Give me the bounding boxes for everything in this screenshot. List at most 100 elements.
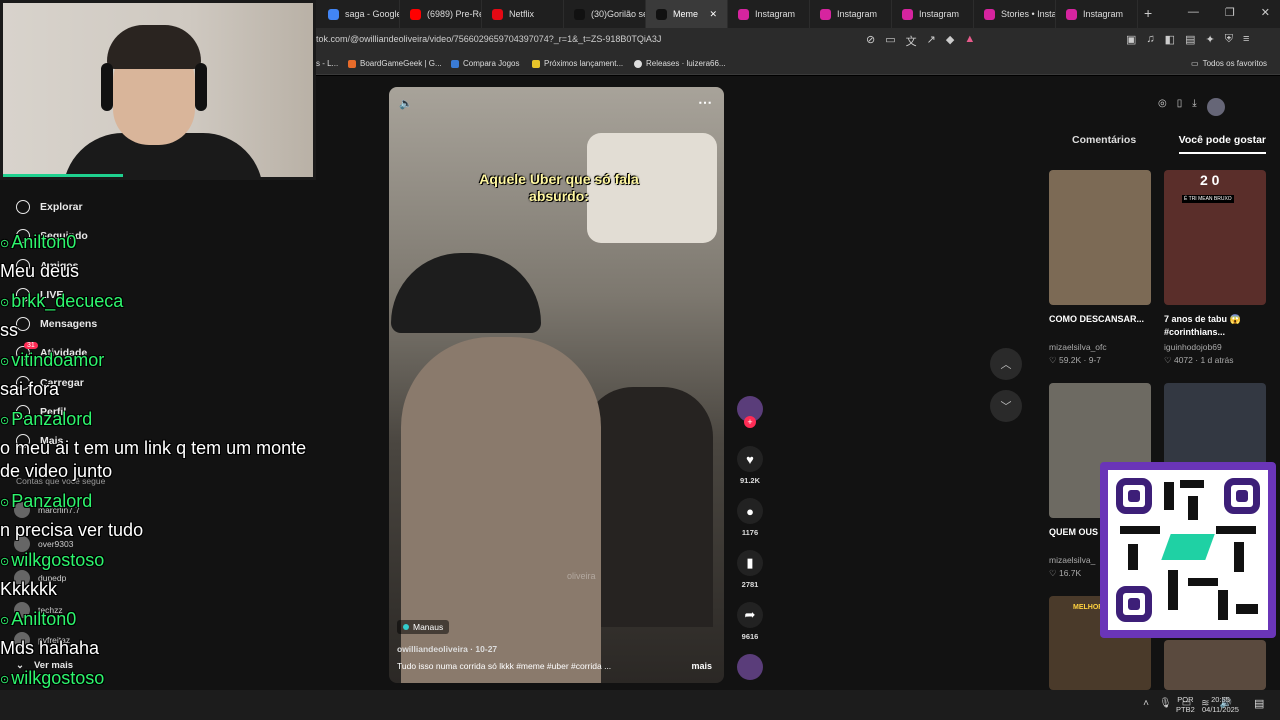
sidebar-item-explorar[interactable]: Explorar (16, 200, 83, 214)
tab-comments[interactable]: Comentários (1050, 134, 1158, 154)
wallet-icon[interactable]: ▤ (1185, 33, 1195, 46)
followed-account[interactable]: marcrlin7.7 (14, 502, 80, 518)
minimize-icon[interactable]: — (1188, 6, 1199, 19)
share-icon[interactable]: ↗ (927, 33, 936, 49)
location-tag[interactable]: Manaus (397, 620, 450, 634)
translate-icon[interactable]: 文 (906, 33, 917, 49)
qr-module (1128, 544, 1138, 570)
description-more[interactable]: mais (691, 661, 712, 671)
qr-module (1218, 590, 1228, 620)
browser-tab[interactable]: (30)Gorilão se (564, 0, 646, 28)
tab-label: Instagram (1083, 9, 1124, 19)
mic-icon[interactable]: 🎙 (1159, 698, 1172, 709)
tab-favicon-icon (492, 8, 503, 20)
previous-video-button[interactable]: ︿ (990, 348, 1022, 380)
share-button[interactable]: ➦ 9616 (736, 602, 764, 641)
sidebar-item-carregar[interactable]: Carregar (16, 376, 84, 390)
ai-icon[interactable]: ✦ (1205, 33, 1214, 46)
browser-tab[interactable]: saga - Google (318, 0, 400, 28)
creator-avatar[interactable]: + (736, 396, 764, 428)
new-tab-button[interactable]: + (1144, 5, 1152, 21)
avatar (14, 536, 30, 552)
followed-account[interactable]: pvfreitaz (14, 632, 70, 648)
all-bookmarks[interactable]: ▭ Todos os favoritos (1191, 59, 1267, 68)
followed-account[interactable]: techzz (14, 602, 63, 618)
rewards-icon[interactable]: ▲ (964, 33, 975, 49)
more-options-icon[interactable]: ⋯ (698, 94, 712, 111)
clock[interactable]: 20:55 04/11/2025 (1202, 695, 1239, 715)
vpn-icon[interactable]: ⛨ (1225, 33, 1233, 46)
user-avatar[interactable] (1206, 98, 1225, 116)
comment-button[interactable]: ● 1176 (736, 498, 764, 537)
browser-tab[interactable]: Stories • Insta (974, 0, 1056, 28)
tab-favicon-icon (820, 8, 831, 20)
bookmark-item[interactable]: BoardGameGeek | G... (348, 59, 442, 68)
score-text: 2 0 (1200, 172, 1220, 188)
no-tracking-icon[interactable]: ⊘ (866, 33, 875, 49)
bookmark-item[interactable]: Releases · luizera66... (634, 59, 726, 68)
brave-shield-icon[interactable]: ◆ (946, 33, 954, 49)
comment-icon: ● (737, 498, 763, 524)
close-tab-icon[interactable]: ✕ (709, 9, 717, 20)
music-icon[interactable]: ♫ (1146, 33, 1154, 46)
video-player[interactable]: Aquele Uber que só fala absurdo: 🔈 ⋯ oli… (389, 87, 724, 683)
profile-icon (16, 405, 30, 419)
sidebar-item-amigos[interactable]: Amigos (16, 259, 79, 273)
browser-tab[interactable]: Netflix (482, 0, 564, 28)
avatar (14, 570, 30, 586)
compass-icon (16, 200, 30, 214)
chevron-up-icon[interactable]: ˄ (1143, 698, 1149, 709)
phone-icon[interactable]: ▯ (1177, 98, 1183, 116)
see-more-link[interactable]: ⌄ Ver mais (16, 660, 73, 671)
suggested-video-card[interactable] (1164, 640, 1266, 690)
suggested-video-card[interactable]: 2 0 É TRI MEAN BRUXO 7 anos de tabu 😱 #c… (1164, 170, 1266, 366)
close-window-icon[interactable]: ✕ (1261, 6, 1270, 19)
sidebar-item-mensagens[interactable]: Mensagens (16, 317, 97, 331)
bookmark-item[interactable]: s - L... (316, 59, 338, 68)
followed-account[interactable]: over9303 (14, 536, 73, 552)
url-field[interactable]: tok.com/@owilliandeoliveira/video/756602… (316, 34, 661, 44)
reader-icon[interactable]: ◧ (1165, 33, 1175, 46)
browser-tab[interactable]: Instagram (728, 0, 810, 28)
sidebar-item-perfil[interactable]: Perfil (16, 405, 66, 419)
volume-icon[interactable]: 🔈 (399, 97, 413, 110)
browser-tab[interactable]: (6989) Pre-Re (400, 0, 482, 28)
like-button[interactable]: ♥ 91.2K (736, 446, 764, 485)
cap-figure (391, 253, 541, 333)
language-indicator[interactable]: POR PTB2 (1176, 695, 1195, 715)
sidebar-icon[interactable]: ▣ (1126, 33, 1136, 46)
browser-tab[interactable]: Instagram (1056, 0, 1138, 28)
qr-logo (1161, 534, 1215, 560)
bookmark-item[interactable]: Próximos lançament... (532, 59, 623, 68)
screen-icon[interactable]: ▭ (885, 33, 895, 49)
browser-tab[interactable]: Instagram (892, 0, 974, 28)
sidebar-item-seguindo[interactable]: Seguindo (16, 229, 88, 243)
browser-tab[interactable]: Meme ✕ (646, 0, 728, 28)
restore-icon[interactable]: ❐ (1225, 6, 1235, 19)
follow-plus-icon[interactable]: + (744, 416, 756, 428)
qr-finder (1116, 586, 1152, 622)
suggested-video-card[interactable]: COMO DESCANSAR... mizaelsilva_ofc ♡ 59.2… (1049, 170, 1151, 366)
menu-icon[interactable]: ≡ (1243, 33, 1249, 46)
qr-module (1180, 480, 1204, 488)
music-disc[interactable] (736, 654, 764, 680)
followed-account[interactable]: dupedp (14, 570, 66, 586)
qr-module (1164, 482, 1174, 510)
save-button[interactable]: ▮ 2781 (736, 550, 764, 589)
next-video-button[interactable]: ﹀ (990, 390, 1022, 422)
video-author[interactable]: owilliandeoliveira · 10-27 (397, 644, 497, 654)
streamer-hair (107, 25, 201, 69)
tab-label: Instagram (919, 9, 960, 19)
compass-icon[interactable]: ◎ (1158, 98, 1167, 116)
sidebar-item-mais[interactable]: Mais (16, 434, 63, 448)
address-actions: ⊘ ▭ 文 ↗ ◆ ▲ (866, 33, 975, 49)
tab-favicon-icon (410, 8, 421, 20)
avatar (14, 502, 30, 518)
browser-tab[interactable]: Instagram (810, 0, 892, 28)
download-icon[interactable]: ⤓ (1192, 98, 1196, 116)
sidebar-item-live[interactable]: LIVE (16, 288, 63, 302)
tab-suggestions[interactable]: Você pode gostar (1178, 134, 1266, 154)
video-thumbnail (1049, 170, 1151, 305)
notification-icon[interactable]: ▤ (1254, 697, 1264, 710)
bookmark-item[interactable]: Compara Jogos (451, 59, 519, 68)
